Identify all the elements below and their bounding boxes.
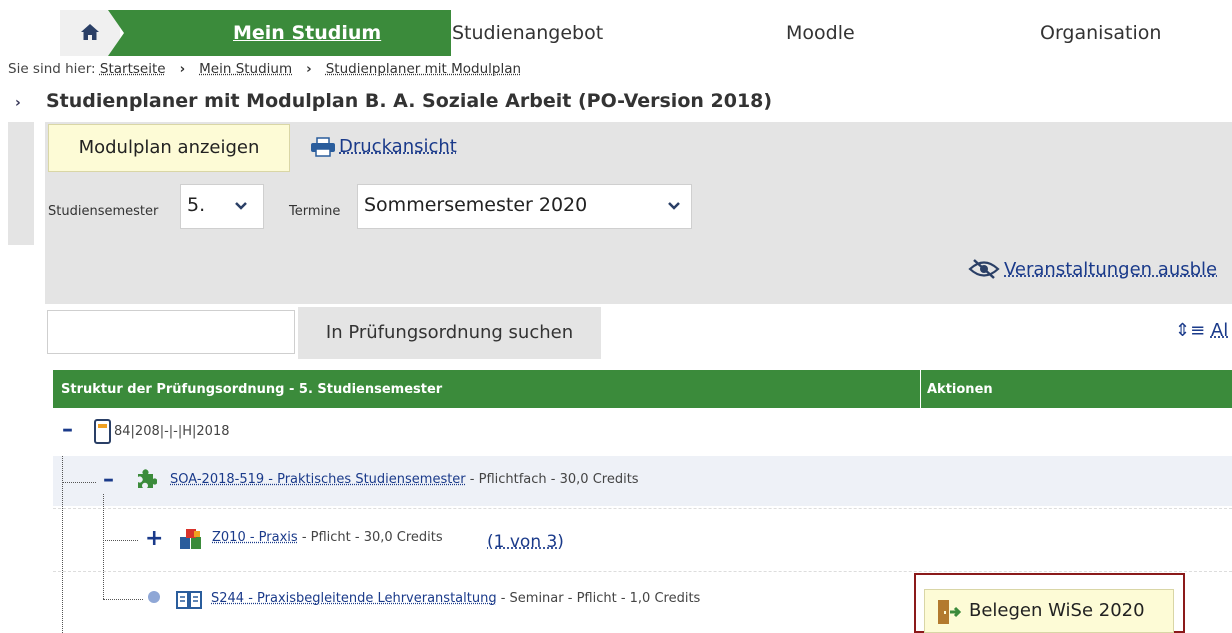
termine-value: Sommersemester 2020 bbox=[364, 194, 588, 216]
nav-item-organisation[interactable]: Organisation bbox=[1040, 22, 1161, 44]
puzzle-icon bbox=[138, 469, 157, 488]
home-icon bbox=[81, 24, 99, 40]
course-link[interactable]: S244 - Praxisbegleitende Lehrveranstaltu… bbox=[211, 591, 497, 606]
chevron-right-icon: › bbox=[179, 61, 186, 77]
tree-line bbox=[103, 540, 138, 541]
sidebar-collapsed[interactable] bbox=[8, 122, 34, 245]
door-enter-icon bbox=[938, 600, 962, 624]
termine-label: Termine bbox=[289, 204, 341, 219]
hide-events-label: Veranstaltungen ausble bbox=[1004, 258, 1218, 280]
tree-line bbox=[103, 494, 104, 599]
print-link[interactable]: Druckansicht bbox=[310, 136, 457, 157]
top-nav: Mein Studium Studienangebot Moodle Organ… bbox=[60, 10, 1232, 56]
table-row bbox=[53, 409, 1232, 455]
nav-item-studienangebot[interactable]: Studienangebot bbox=[452, 22, 603, 44]
column-divider bbox=[920, 370, 921, 408]
collapse-toggle[interactable]: – bbox=[103, 469, 114, 491]
variant-link[interactable]: (1 von 3) bbox=[487, 532, 564, 552]
column-header-structure: Struktur der Prüfungsordnung - 5. Studie… bbox=[61, 382, 443, 397]
semester-select[interactable]: 5. bbox=[180, 184, 264, 229]
termine-select[interactable]: Sommersemester 2020 bbox=[357, 184, 692, 229]
breadcrumb: Sie sind hier: Startseite › Mein Studium › S… bbox=[8, 61, 521, 77]
breadcrumb-mein-studium[interactable]: Mein Studium bbox=[199, 61, 292, 77]
expand-all-link[interactable]: ⇕≡ Al bbox=[1175, 320, 1228, 341]
semester-label: Studiensemester bbox=[48, 204, 159, 219]
table-header: Struktur der Prüfungsordnung - 5. Studie… bbox=[53, 370, 1232, 408]
expand-all-label: Al bbox=[1210, 320, 1229, 341]
modulplan-button[interactable]: Modulplan anzeigen bbox=[48, 124, 290, 172]
tree-line bbox=[62, 482, 96, 483]
page-title: Studienplaner mit Modulplan B. A. Sozial… bbox=[46, 90, 773, 112]
row-label: S244 - Praxisbegleitende Lehrveranstaltu… bbox=[211, 591, 700, 606]
nav-item-mein-studium[interactable]: Mein Studium bbox=[108, 10, 451, 56]
chevron-down-icon bbox=[668, 202, 680, 210]
chevron-down-icon bbox=[235, 202, 247, 210]
hide-events-link[interactable]: Veranstaltungen ausble bbox=[968, 258, 1217, 280]
search-input[interactable] bbox=[47, 310, 295, 354]
belegen-button[interactable]: Belegen WiSe 2020 bbox=[924, 589, 1174, 633]
nav-item-moodle[interactable]: Moodle bbox=[786, 22, 855, 44]
breadcrumb-studienplaner[interactable]: Studienplaner mit Modulplan bbox=[326, 61, 521, 77]
leaf-bullet bbox=[148, 591, 160, 603]
row-label: 84|208|-|-|H|2018 bbox=[114, 424, 230, 439]
expand-all-icon: ⇕≡ bbox=[1175, 320, 1206, 341]
printer-icon bbox=[311, 136, 335, 157]
tree-line bbox=[103, 599, 143, 600]
module-link[interactable]: SOA-2018-519 - Praktisches Studiensemest… bbox=[170, 472, 466, 487]
blocks-icon bbox=[180, 529, 201, 549]
breadcrumb-prefix: Sie sind hier: bbox=[8, 61, 96, 77]
module-link[interactable]: Z010 - Praxis bbox=[212, 530, 298, 545]
book-icon bbox=[176, 591, 202, 609]
collapse-toggle[interactable]: – bbox=[62, 419, 73, 441]
expand-toggle[interactable]: + bbox=[145, 528, 163, 550]
breadcrumb-startseite[interactable]: Startseite bbox=[100, 61, 166, 77]
row-details: - Seminar - Pflicht - 1,0 Credits bbox=[496, 591, 701, 606]
semester-value: 5. bbox=[187, 194, 206, 216]
row-label: Z010 - Praxis - Pflicht - 30,0 Credits bbox=[212, 530, 443, 545]
print-label: Druckansicht bbox=[339, 136, 457, 157]
chevron-right-icon: › bbox=[306, 61, 312, 77]
belegen-label: Belegen WiSe 2020 bbox=[969, 600, 1145, 621]
expand-sidebar-icon[interactable]: › bbox=[15, 95, 21, 111]
row-details: - Pflichtfach - 30,0 Credits bbox=[465, 472, 639, 487]
eye-slash-icon bbox=[968, 259, 1000, 279]
search-button[interactable]: In Prüfungsordnung suchen bbox=[298, 307, 601, 359]
nav-item-label: Mein Studium bbox=[233, 22, 382, 44]
home-button[interactable] bbox=[60, 10, 120, 56]
row-label: SOA-2018-519 - Praktisches Studiensemest… bbox=[170, 472, 639, 487]
row-details: - Pflicht - 30,0 Credits bbox=[297, 530, 443, 545]
document-icon bbox=[94, 419, 111, 444]
column-header-actions: Aktionen bbox=[927, 382, 993, 397]
